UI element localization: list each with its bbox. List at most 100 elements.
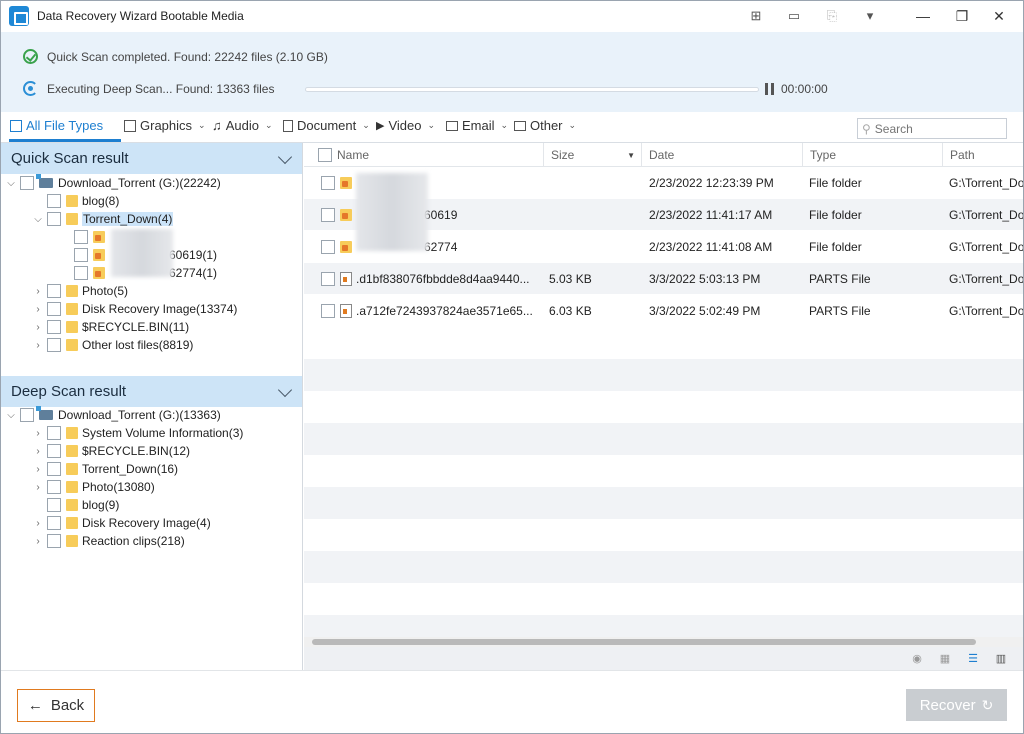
checkbox[interactable] [321, 240, 335, 254]
chevron-right-icon[interactable]: › [32, 464, 44, 475]
chevron-down-icon[interactable] [277, 149, 293, 165]
tree-node-folder[interactable]: › Reaction clips(218) [32, 532, 185, 550]
checkbox[interactable] [321, 272, 335, 286]
horizontal-scrollbar[interactable] [304, 637, 1023, 647]
list-view-icon[interactable]: ☰ [966, 652, 980, 665]
checkbox[interactable] [47, 462, 61, 476]
checkbox[interactable] [47, 516, 61, 530]
back-button[interactable]: ← Back [17, 689, 95, 722]
grid-view-icon[interactable]: ▦ [938, 652, 952, 665]
checkbox[interactable] [47, 284, 61, 298]
column-type[interactable]: Type [803, 143, 943, 167]
checkbox[interactable] [321, 208, 335, 222]
dropdown-menu-icon[interactable]: ▾ [859, 5, 881, 27]
tree-node-folder[interactable]: › Torrent_Down(16) [32, 460, 178, 478]
chevron-down-icon[interactable] [277, 382, 293, 398]
node-label: blog(9) [82, 498, 120, 512]
checkbox[interactable] [74, 230, 88, 244]
tree-node-folder[interactable]: › Photo(5) [32, 282, 128, 300]
device-icon[interactable]: ▭ [783, 5, 805, 27]
column-size[interactable]: Size ▼ [544, 143, 642, 167]
detail-view-icon[interactable]: ▥ [994, 652, 1008, 665]
checkbox[interactable] [47, 534, 61, 548]
tab-graphics[interactable]: Graphics ⌄ [124, 118, 206, 133]
elapsed-timer: 00:00:00 [781, 82, 828, 96]
column-date[interactable]: Date [642, 143, 803, 167]
checkbox[interactable] [74, 266, 88, 280]
checkbox[interactable] [321, 304, 335, 318]
chevron-right-icon[interactable]: › [32, 446, 44, 457]
quick-scan-header[interactable]: Quick Scan result [1, 143, 302, 174]
folder-icon [66, 339, 78, 351]
tree-node-folder[interactable]: › Photo(13080) [32, 478, 155, 496]
chevron-down-icon[interactable]: ⌵ [32, 214, 44, 225]
tab-document[interactable]: Document ⌄ [283, 118, 370, 133]
minimize-button[interactable]: — [903, 1, 943, 31]
checkbox[interactable] [74, 248, 88, 262]
table-row[interactable]: .d1bf838076fbbdde8d4aa9440... 5.03 KB 3/… [304, 263, 1023, 295]
scrollbar-thumb[interactable] [312, 639, 976, 645]
tree-node-drive[interactable]: ⌵ Download_Torrent (G:)(22242) [5, 174, 221, 192]
eye-icon[interactable]: ◉ [910, 652, 924, 665]
search-box[interactable]: ⚲ [857, 118, 1007, 139]
checkbox[interactable] [47, 444, 61, 458]
tab-label: Other [530, 118, 563, 133]
checkbox[interactable] [47, 194, 61, 208]
column-name[interactable]: Name [304, 143, 544, 167]
chevron-right-icon[interactable]: › [32, 304, 44, 315]
drive-icon [36, 406, 53, 420]
maximize-button[interactable]: ❐ [942, 1, 982, 31]
checkbox[interactable] [47, 338, 61, 352]
chevron-down-icon[interactable]: ⌵ [5, 178, 17, 189]
chevron-right-icon[interactable]: › [32, 340, 44, 351]
tree-node-folder[interactable]: › Disk Recovery Image(4) [32, 514, 211, 532]
tree-node-folder[interactable]: › System Volume Information(3) [32, 424, 243, 442]
chevron-right-icon[interactable]: › [32, 322, 44, 333]
chevron-down-icon[interactable]: ⌵ [5, 410, 17, 421]
folder-icon [66, 427, 78, 439]
tab-other[interactable]: Other ⌄ [514, 118, 576, 133]
checkbox[interactable] [47, 302, 61, 316]
checkbox[interactable] [47, 480, 61, 494]
tab-email[interactable]: Email ⌄ [446, 118, 508, 133]
table-row[interactable]: .a712fe7243937824ae3571e65... 6.03 KB 3/… [304, 295, 1023, 327]
tab-video[interactable]: ▶ Video ⌄ [376, 118, 435, 133]
tab-audio[interactable]: ♫ Audio ⌄ [212, 118, 273, 133]
checkbox[interactable] [47, 498, 61, 512]
column-path[interactable]: Path [943, 143, 1023, 167]
folder-icon [93, 267, 105, 279]
chevron-right-icon[interactable]: › [32, 428, 44, 439]
tab-all-file-types[interactable]: All File Types [10, 118, 103, 133]
pause-button[interactable] [765, 83, 777, 95]
tree-node-folder[interactable]: › $RECYCLE.BIN(11) [32, 318, 189, 336]
tree-node-folder[interactable]: › Other lost files(8819) [32, 336, 193, 354]
tree-node-folder[interactable]: › $RECYCLE.BIN(12) [32, 442, 190, 460]
recover-button[interactable]: Recover ↻ [906, 689, 1007, 721]
chevron-right-icon[interactable]: › [32, 482, 44, 493]
tree-node-drive[interactable]: ⌵ Download_Torrent (G:)(13363) [5, 406, 221, 424]
tree-node-folder[interactable]: › Disk Recovery Image(13374) [32, 300, 237, 318]
windows-icon[interactable]: ⊞ [745, 5, 767, 27]
select-all-checkbox[interactable] [318, 148, 332, 162]
close-button[interactable]: ✕ [979, 1, 1019, 31]
tree-node-folder[interactable] [59, 228, 109, 246]
checkbox[interactable] [47, 426, 61, 440]
chevron-down-icon: ⌄ [500, 120, 509, 130]
checkbox[interactable] [20, 408, 34, 422]
checkbox[interactable] [20, 176, 34, 190]
tree-node-folder[interactable]: blog(9) [32, 496, 119, 514]
chevron-right-icon[interactable]: › [32, 518, 44, 529]
tree-node-folder[interactable]: blog(8) [32, 192, 119, 210]
deep-scan-header[interactable]: Deep Scan result [1, 376, 302, 407]
chevron-right-icon[interactable]: › [32, 536, 44, 547]
checkbox[interactable] [321, 176, 335, 190]
chevron-right-icon[interactable]: › [32, 286, 44, 297]
checkbox[interactable] [47, 212, 61, 226]
search-input[interactable] [874, 121, 995, 136]
tree-node-folder[interactable]: ⌵ Torrent_Down(4) [32, 210, 174, 228]
search-icon: ⚲ [862, 121, 871, 136]
music-icon: ♫ [212, 118, 222, 133]
export-icon[interactable]: ⎘ [821, 5, 843, 27]
node-label: 60619(1) [169, 248, 218, 262]
checkbox[interactable] [47, 320, 61, 334]
